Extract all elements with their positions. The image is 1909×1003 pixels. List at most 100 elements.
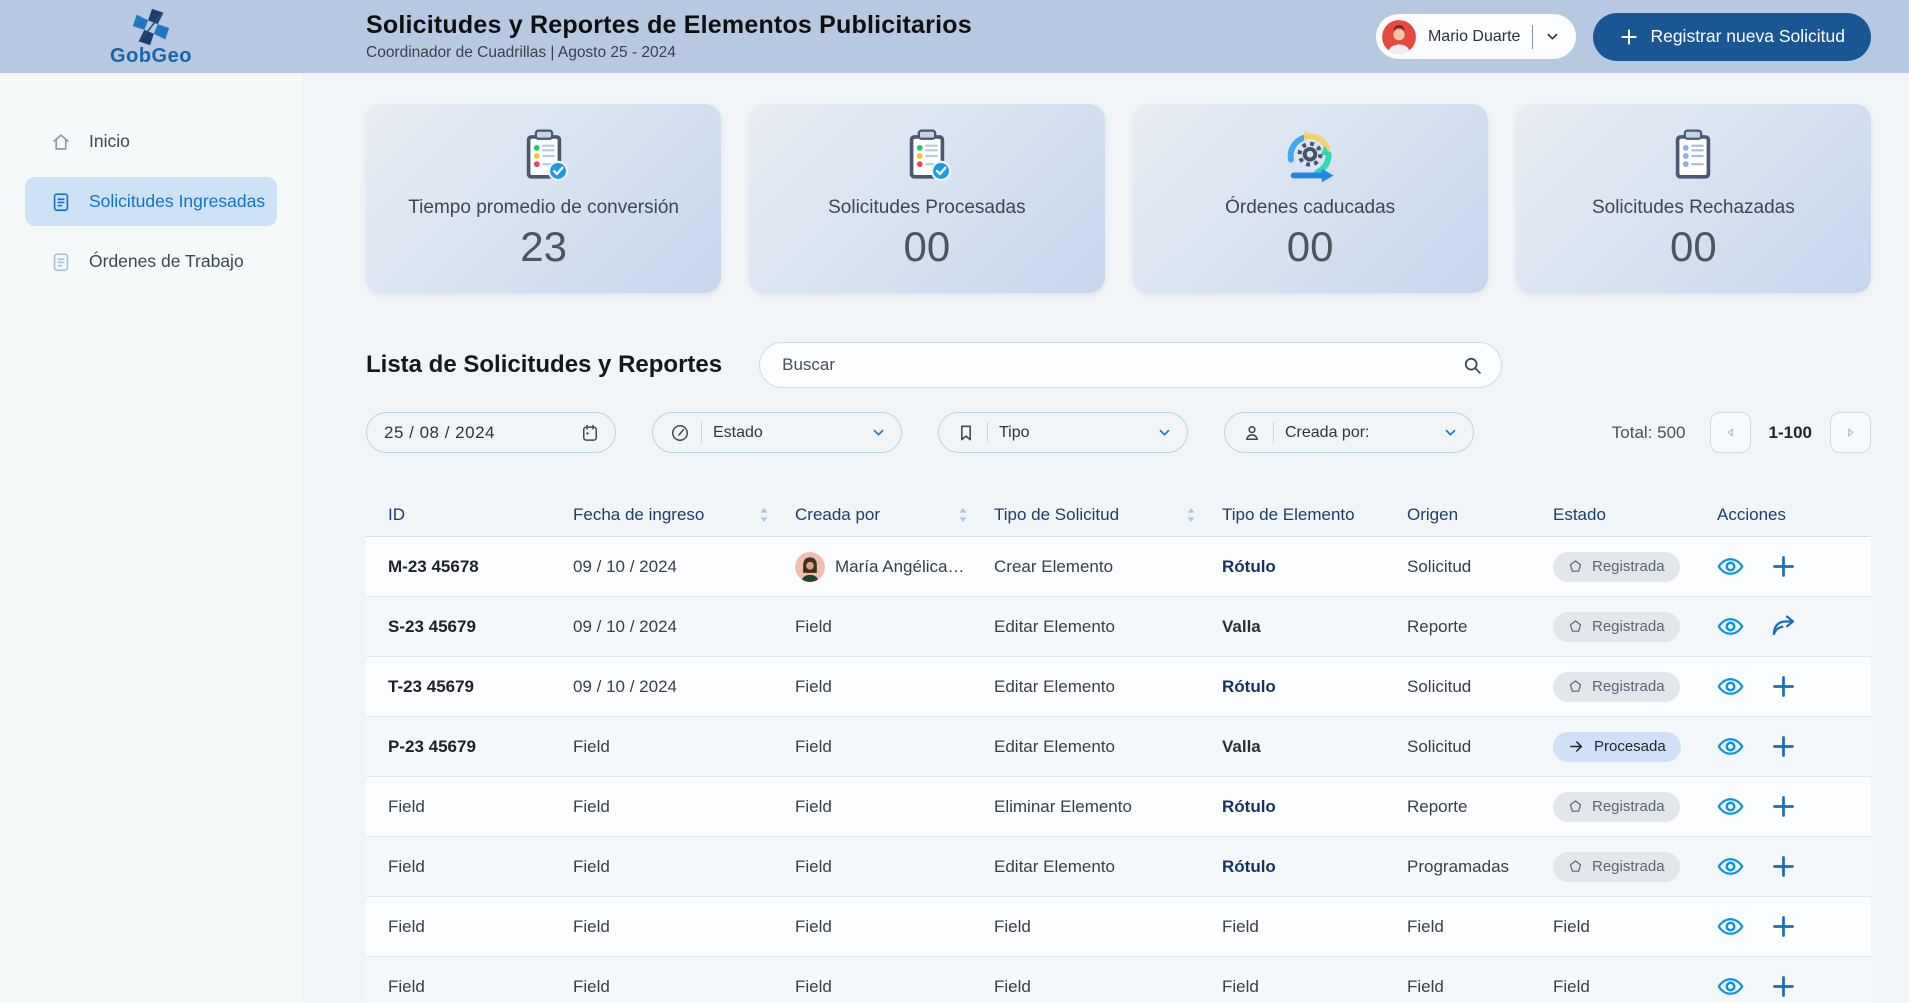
stat-label: Órdenes caducadas xyxy=(1225,196,1396,218)
cell-estado: Procesada xyxy=(1553,731,1713,762)
calendar-icon xyxy=(580,423,600,443)
stat-label: Solicitudes Procesadas xyxy=(828,196,1026,218)
list-title: Lista de Solicitudes y Reportes xyxy=(366,351,723,378)
document-icon xyxy=(50,251,72,273)
plus-action-button[interactable] xyxy=(1770,853,1797,880)
plus-action-button[interactable] xyxy=(1770,673,1797,700)
cell-fecha-ingreso: Field xyxy=(573,916,610,936)
pentagon-icon xyxy=(1568,619,1583,634)
cell-acciones xyxy=(1713,673,1871,700)
plus-action-button[interactable] xyxy=(1770,553,1797,580)
creada-por-name: Field xyxy=(795,856,832,876)
status-label: Registrada xyxy=(1592,678,1665,695)
eye-action-button[interactable] xyxy=(1717,853,1744,880)
table-body: M-23 45678 09 / 10 / 2024 María Angélica… C… xyxy=(366,537,1871,1003)
pentagon-icon xyxy=(1568,679,1583,694)
gauge-icon xyxy=(670,423,690,443)
plus-action-button[interactable] xyxy=(1770,733,1797,760)
stat-value: 00 xyxy=(1670,222,1717,270)
divider xyxy=(987,422,988,443)
search-input[interactable] xyxy=(782,355,1463,375)
column-header-fecha-de-ingreso[interactable]: Fecha de ingreso xyxy=(573,505,795,525)
column-label: Acciones xyxy=(1717,504,1786,524)
cell-tipo-solicitud: Editar Elemento xyxy=(994,616,1115,636)
estado-filter[interactable]: Estado xyxy=(652,412,902,453)
prev-page-button[interactable] xyxy=(1709,412,1751,453)
cell-tipo-elemento: Field xyxy=(1222,916,1259,936)
sort-icon[interactable] xyxy=(958,507,968,523)
tipo-filter[interactable]: Tipo xyxy=(938,412,1188,453)
page-subtitle: Coordinador de Cuadrillas | Agosto 25 - … xyxy=(366,44,676,61)
status-badge: Registrada xyxy=(1553,851,1680,882)
header-titles: Solicitudes y Reportes de Elementos Publ… xyxy=(302,11,972,62)
eye-action-button[interactable] xyxy=(1717,613,1744,640)
eye-action-button[interactable] xyxy=(1717,973,1744,1000)
sort-icon[interactable] xyxy=(1186,507,1196,523)
register-new-request-button[interactable]: Registrar nueva Solicitud xyxy=(1593,12,1871,61)
search-icon[interactable] xyxy=(1462,355,1483,376)
stat-card-solicitudes-procesadas: Solicitudes Procesadas 00 xyxy=(749,104,1105,293)
eye-action-button[interactable] xyxy=(1717,553,1744,580)
creada-por-filter[interactable]: Creada por: xyxy=(1224,412,1474,453)
date-filter[interactable]: 25 / 08 / 2024 xyxy=(366,412,616,453)
sidebar-item-ordenes-de-trabajo[interactable]: Órdenes de Trabajo xyxy=(25,237,277,286)
eye-action-button[interactable] xyxy=(1717,793,1744,820)
cell-estado: Field xyxy=(1553,977,1713,997)
cell-creada-por: Field xyxy=(795,617,994,637)
user-menu[interactable]: Mario Duarte xyxy=(1375,14,1577,59)
pentagon-icon xyxy=(1568,799,1583,814)
cell-tipo-elemento: Field xyxy=(1222,976,1259,996)
column-header-id: ID xyxy=(366,505,573,525)
eye-action-button[interactable] xyxy=(1717,733,1744,760)
cell-creada-por: Field xyxy=(795,737,994,757)
table-row: M-23 45678 09 / 10 / 2024 María Angélica… C… xyxy=(366,537,1871,597)
cell-tipo-elemento: Rótulo xyxy=(1222,856,1276,876)
cell-estado: Field xyxy=(1553,917,1713,937)
cell-fecha-ingreso: Field xyxy=(573,976,610,996)
status-label: Registrada xyxy=(1592,858,1665,875)
forward-action-button[interactable] xyxy=(1770,613,1797,640)
column-header-estado: Estado xyxy=(1553,505,1713,525)
eye-action-button[interactable] xyxy=(1717,913,1744,940)
status-label: Procesada xyxy=(1594,738,1666,755)
table-row: Field Field Field Field Field Field Field xyxy=(366,897,1871,957)
cell-creada-por: María Angélica… xyxy=(795,551,994,582)
column-header-tipo-de-solicitud[interactable]: Tipo de Solicitud xyxy=(994,505,1222,525)
page-title: Solicitudes y Reportes de Elementos Publ… xyxy=(366,11,972,39)
plus-action-button[interactable] xyxy=(1770,793,1797,820)
cell-origen: Solicitud xyxy=(1407,556,1472,576)
column-label: ID xyxy=(388,504,405,524)
cell-fecha-ingreso: 09 / 10 / 2024 xyxy=(573,676,677,696)
sort-icon[interactable] xyxy=(759,507,769,523)
sidebar-item-inicio[interactable]: Inicio xyxy=(25,117,277,166)
stats-row: Tiempo promedio de conversión 23 Solicit… xyxy=(366,104,1871,293)
cell-tipo-solicitud: Eliminar Elemento xyxy=(994,796,1132,816)
app-header: GobGeo Solicitudes y Reportes de Element… xyxy=(0,0,1909,73)
clipboard-icon xyxy=(1664,127,1722,185)
cell-fecha-ingreso: Field xyxy=(573,856,610,876)
cell-fecha-ingreso: Field xyxy=(573,736,610,756)
cell-origen: Reporte xyxy=(1407,616,1468,636)
sidebar-item-solicitudes-ingresadas[interactable]: Solicitudes Ingresadas xyxy=(25,177,277,226)
column-header-acciones: Acciones xyxy=(1713,505,1871,525)
status-label: Registrada xyxy=(1592,798,1665,815)
list-header: Lista de Solicitudes y Reportes xyxy=(366,342,1871,388)
cell-fecha-ingreso: 09 / 10 / 2024 xyxy=(573,556,677,576)
plus-icon xyxy=(1619,27,1639,47)
status-badge: Registrada xyxy=(1553,551,1680,582)
cell-tipo-solicitud: Field xyxy=(994,916,1031,936)
creada-por-filter-label: Creada por: xyxy=(1285,423,1370,441)
status-badge: Registrada xyxy=(1553,611,1680,642)
register-button-label: Registrar nueva Solicitud xyxy=(1650,26,1845,46)
plus-action-button[interactable] xyxy=(1770,973,1797,1000)
table-header-row: ID Fecha de ingreso Creada por Tipo de Soli… xyxy=(366,493,1871,537)
column-header-creada-por[interactable]: Creada por xyxy=(795,505,994,525)
process-cycle-icon xyxy=(1281,127,1339,185)
estado-text: Field xyxy=(1553,916,1590,936)
next-page-button[interactable] xyxy=(1830,412,1871,453)
table-row: S-23 45679 09 / 10 / 2024 Field Editar Elem… xyxy=(366,597,1871,657)
plus-action-button[interactable] xyxy=(1770,913,1797,940)
column-header-tipo-de-elemento: Tipo de Elemento xyxy=(1222,505,1407,525)
eye-action-button[interactable] xyxy=(1717,673,1744,700)
stat-card-tiempo-promedio: Tiempo promedio de conversión 23 xyxy=(366,104,722,293)
